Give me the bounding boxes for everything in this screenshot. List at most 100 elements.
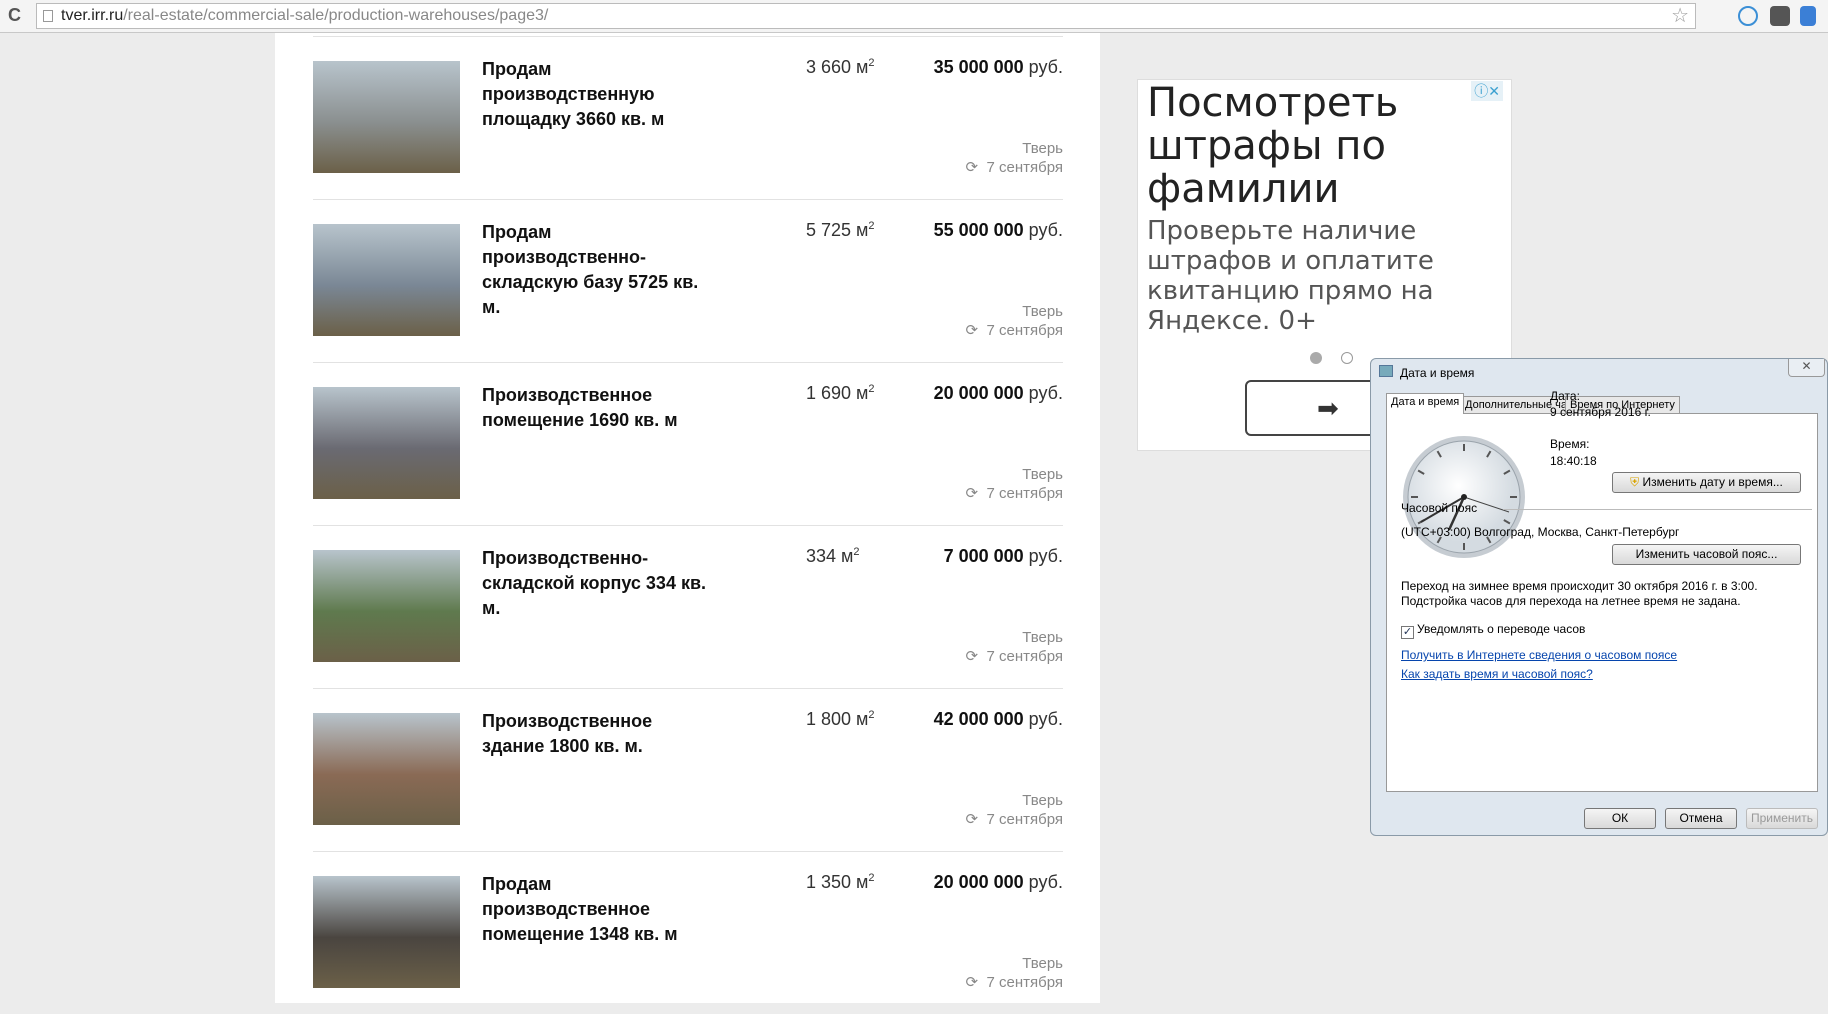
listing-date: ⟳ 7 сентября <box>966 321 1063 339</box>
cancel-button[interactable]: Отмена <box>1665 808 1737 829</box>
listing-area: 1 350 м2 <box>806 872 875 893</box>
dst-info: Переход на зимнее время происходит 30 ок… <box>1401 579 1758 593</box>
address-bar[interactable]: tver.irr.ru/real-estate/commercial-sale/… <box>36 3 1696 29</box>
refresh-icon: ⟳ <box>965 159 979 176</box>
listing-title[interactable]: Продам производственно-складскую базу 57… <box>482 220 712 320</box>
area-unit-sup: 2 <box>868 383 875 395</box>
listing-photo[interactable] <box>313 224 460 336</box>
price-value: 20 000 000 <box>933 383 1024 403</box>
currency: руб. <box>1028 872 1063 892</box>
area-value: 334 м <box>806 546 854 566</box>
listing-photo[interactable] <box>313 550 460 662</box>
bookmark-star-icon[interactable]: ☆ <box>1671 4 1689 28</box>
listing-photo[interactable] <box>313 713 460 825</box>
price-value: 55 000 000 <box>933 220 1024 240</box>
timezone-label: Часовой пояс <box>1401 501 1478 515</box>
carousel-dot-active[interactable] <box>1310 352 1322 364</box>
browser-toolbar: C tver.irr.ru/real-estate/commercial-sal… <box>0 0 1828 33</box>
listing-row[interactable]: Производственное здание 1800 кв. м. 1 80… <box>313 688 1063 851</box>
price-value: 42 000 000 <box>933 709 1024 729</box>
listing-row[interactable]: Производственное помещение 1690 кв. м 1 … <box>313 362 1063 525</box>
date-text: 7 сентября <box>986 159 1063 176</box>
date-text: 7 сентября <box>986 322 1063 339</box>
dst-info: Подстройка часов для перехода на летнее … <box>1401 594 1741 608</box>
timezone-info-link[interactable]: Получить в Интернете сведения о часовом … <box>1401 648 1677 662</box>
uac-shield-icon: ⛨ <box>1630 475 1640 489</box>
listing-photo[interactable] <box>313 876 460 988</box>
area-value: 3 660 м <box>806 57 869 77</box>
listing-date: ⟳ 7 сентября <box>966 484 1063 502</box>
date-label: Дата: <box>1550 389 1580 403</box>
listing-price: 20 000 000 руб. <box>934 383 1063 404</box>
currency: руб. <box>1028 709 1063 729</box>
listing-row[interactable]: Продам производственную площадку 3660 кв… <box>313 36 1063 199</box>
listing-date: ⟳ 7 сентября <box>966 647 1063 665</box>
listing-title[interactable]: Производственно-складской корпус 334 кв.… <box>482 546 712 621</box>
currency: руб. <box>1028 220 1063 240</box>
time-value: 18:40:18 <box>1550 454 1597 468</box>
area-value: 1 690 м <box>806 383 869 403</box>
currency: руб. <box>1028 57 1063 77</box>
listing-date: ⟳ 7 сентября <box>966 973 1063 991</box>
carousel-dot[interactable] <box>1341 352 1353 364</box>
dialog-title: Дата и время <box>1400 366 1475 380</box>
listing-title[interactable]: Производственное здание 1800 кв. м. <box>482 709 712 759</box>
date-text: 7 сентября <box>986 974 1063 991</box>
ad-text: Проверьте наличие штрафов и оплатите кви… <box>1147 216 1434 336</box>
listing-row[interactable]: Производственно-складской корпус 334 кв.… <box>313 525 1063 688</box>
listing-price: 20 000 000 руб. <box>934 872 1063 893</box>
user-extension-icon[interactable] <box>1800 6 1816 26</box>
listing-area: 3 660 м2 <box>806 57 875 78</box>
area-unit-sup: 2 <box>868 872 875 884</box>
listing-area: 5 725 м2 <box>806 220 875 241</box>
change-datetime-button[interactable]: ⛨ Изменить дату и время... <box>1612 472 1801 493</box>
ok-button[interactable]: ОК <box>1584 808 1656 829</box>
ad-headline[interactable]: Посмотреть штрафы по фамилии <box>1147 82 1511 211</box>
listing-photo[interactable] <box>313 387 460 499</box>
listing-city: Тверь <box>1022 955 1063 972</box>
date-text: 7 сентября <box>986 485 1063 502</box>
tab-date-time[interactable]: Дата и время <box>1386 393 1465 414</box>
listing-date: ⟳ 7 сентября <box>966 158 1063 176</box>
extension-icon[interactable] <box>1738 6 1758 26</box>
area-value: 5 725 м <box>806 220 869 240</box>
area-unit-sup: 2 <box>853 546 860 558</box>
timezone-value: (UTC+03:00) Волгоград, Москва, Санкт-Пет… <box>1401 525 1680 539</box>
listing-city: Тверь <box>1022 140 1063 157</box>
area-value: 1 350 м <box>806 872 869 892</box>
listing-photo[interactable] <box>313 61 460 173</box>
change-timezone-button[interactable]: Изменить часовой пояс... <box>1612 544 1801 565</box>
listing-price: 55 000 000 руб. <box>934 220 1063 241</box>
listing-title[interactable]: Продам производственную площадку 3660 кв… <box>482 57 712 132</box>
price-value: 20 000 000 <box>933 872 1024 892</box>
currency: руб. <box>1028 546 1063 566</box>
extension-icon[interactable] <box>1770 6 1790 26</box>
listing-row[interactable]: Продам производственное помещение 1348 к… <box>313 851 1063 1014</box>
listings-column: Продам производственную площадку 3660 кв… <box>275 33 1100 1003</box>
listing-city: Тверь <box>1022 792 1063 809</box>
date-text: 7 сентября <box>986 811 1063 828</box>
listing-price: 7 000 000 руб. <box>944 546 1063 567</box>
refresh-icon: ⟳ <box>965 485 979 502</box>
price-value: 35 000 000 <box>933 57 1024 77</box>
help-link[interactable]: Как задать время и часовой пояс? <box>1401 667 1593 681</box>
analog-clock <box>1403 436 1525 558</box>
notify-checkbox[interactable]: ✓ <box>1401 626 1414 639</box>
divider <box>1503 509 1812 510</box>
listing-city: Тверь <box>1022 466 1063 483</box>
refresh-icon: ⟳ <box>965 322 979 339</box>
url-host: tver.irr.ru <box>61 7 124 24</box>
apply-button[interactable]: Применить <box>1746 808 1818 829</box>
calendar-clock-icon <box>1379 365 1393 377</box>
refresh-icon: ⟳ <box>965 974 979 991</box>
reload-icon[interactable]: C <box>8 5 21 26</box>
notify-label[interactable]: Уведомлять о переводе часов <box>1417 622 1585 636</box>
listing-title[interactable]: Производственное помещение 1690 кв. м <box>482 383 712 433</box>
listing-row[interactable]: Продам производственно-складскую базу 57… <box>313 199 1063 362</box>
listing-price: 42 000 000 руб. <box>934 709 1063 730</box>
close-button[interactable]: ✕ <box>1788 359 1825 377</box>
listing-title[interactable]: Продам производственное помещение 1348 к… <box>482 872 712 947</box>
listing-city: Тверь <box>1022 629 1063 646</box>
refresh-icon: ⟳ <box>965 811 979 828</box>
listing-price: 35 000 000 руб. <box>934 57 1063 78</box>
